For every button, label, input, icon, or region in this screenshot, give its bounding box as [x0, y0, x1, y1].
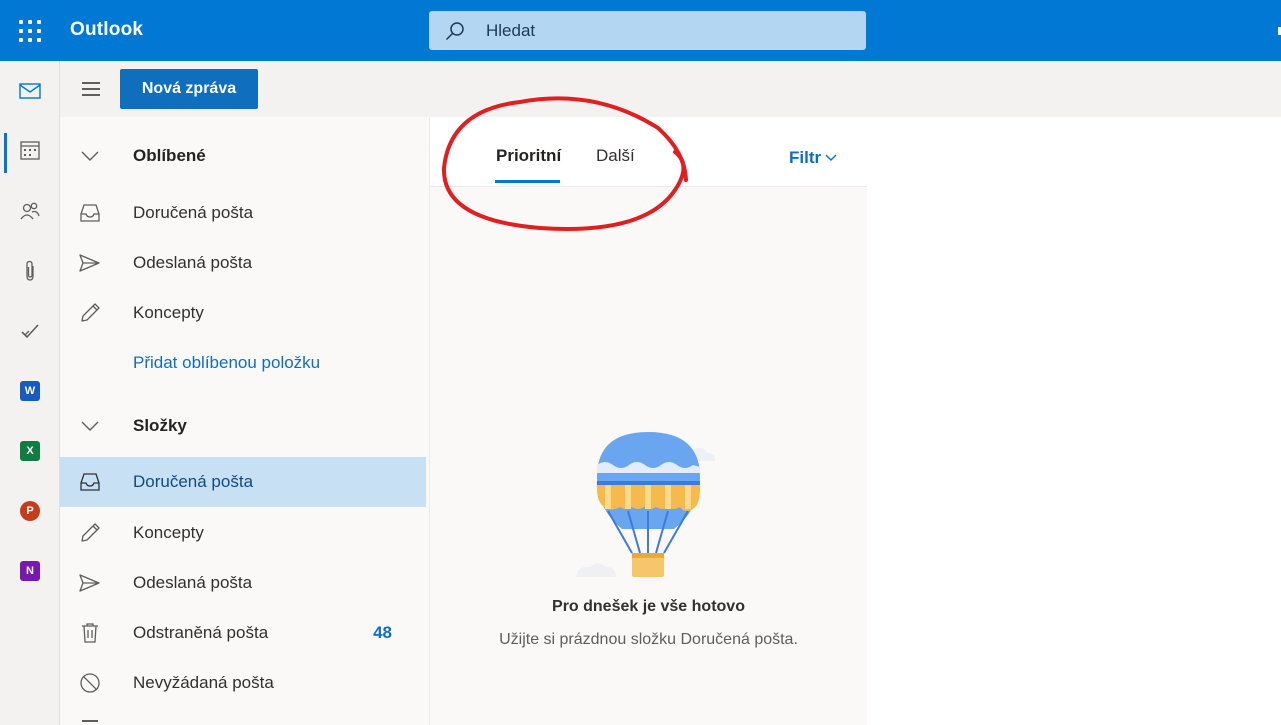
folder-label: Koncepty — [133, 303, 204, 322]
command-bar: Nová zpráva — [60, 61, 1281, 117]
mail-icon[interactable] — [5, 71, 55, 111]
top-bar: Outlook Hledat — [0, 0, 1281, 61]
filter-button[interactable]: Filtr — [789, 148, 837, 168]
add-favorite-link[interactable]: Přidat oblíbenou položku — [60, 338, 426, 388]
folder-label: Koncepty — [133, 523, 204, 542]
folders-header[interactable]: Složky — [60, 401, 426, 451]
folder-label: Odeslaná pošta — [133, 573, 253, 592]
folder-label: Odeslaná pošta — [133, 253, 253, 272]
inbox-icon — [80, 204, 100, 222]
folder-deleted[interactable]: Odstraněná pošta 48 — [60, 608, 426, 658]
send-icon — [79, 574, 100, 592]
folder-label: Nevyžádaná pošta — [133, 673, 274, 692]
hot-air-balloon-illustration — [576, 432, 716, 577]
favorite-sent[interactable]: Odeslaná pošta — [60, 238, 426, 288]
tab-other[interactable]: Další — [596, 146, 635, 166]
folder-label: Doručená pošta — [133, 203, 254, 222]
calendar-icon[interactable] — [5, 130, 55, 170]
filter-label: Filtr — [789, 148, 822, 167]
tab-selected-indicator — [495, 180, 560, 183]
favorites-header-label: Oblíbené — [133, 146, 206, 165]
folder-label: Doručená pošta — [133, 472, 254, 491]
word-icon[interactable]: W — [5, 371, 55, 411]
folder-inbox[interactable]: Doručená pošta — [60, 457, 426, 507]
folder-drafts[interactable]: Koncepty — [60, 508, 426, 558]
add-favorite-label: Přidat oblíbenou položku — [133, 353, 321, 372]
empty-state-subtitle: Užijte si prázdnou složku Doručená pošta… — [499, 631, 798, 648]
folder-junk[interactable]: Nevyžádaná pošta — [60, 658, 426, 708]
hamburger-menu-icon[interactable] — [82, 82, 100, 96]
files-icon[interactable] — [5, 251, 55, 291]
send-icon — [79, 254, 100, 272]
search-box[interactable]: Hledat — [429, 11, 866, 50]
folders-header-label: Složky — [133, 416, 187, 435]
folder-label: Odstraněná pošta — [133, 623, 269, 642]
favorites-header[interactable]: Oblíbené — [60, 131, 426, 181]
reading-pane — [867, 117, 1281, 725]
folder-list-overflow — [82, 720, 98, 722]
todo-icon[interactable] — [5, 311, 55, 351]
search-input[interactable]: Hledat — [486, 21, 535, 41]
people-icon[interactable] — [5, 191, 55, 231]
app-launcher-icon[interactable] — [19, 20, 41, 42]
app-title[interactable]: Outlook — [70, 19, 143, 41]
message-list: Prioritní Další Filtr Pro dnešek je vše … — [429, 117, 868, 725]
folder-sent[interactable]: Odeslaná pošta — [60, 558, 426, 608]
new-message-button[interactable]: Nová zpráva — [120, 69, 258, 109]
search-icon — [445, 22, 464, 41]
unread-count-badge: 48 — [373, 623, 392, 642]
chevron-down-icon — [81, 421, 99, 431]
powerpoint-icon[interactable]: P — [5, 491, 55, 531]
folder-pane: Oblíbené Doručená pošta Odeslaná pošta K… — [60, 117, 428, 725]
empty-state-title: Pro dnešek je vše hotovo — [552, 598, 745, 615]
trash-icon — [82, 623, 98, 643]
chevron-down-icon — [81, 151, 99, 161]
tab-focused[interactable]: Prioritní — [496, 146, 561, 166]
draft-icon — [81, 523, 100, 542]
draft-icon — [81, 303, 100, 322]
junk-icon — [80, 673, 100, 693]
onenote-icon[interactable]: N — [5, 551, 55, 591]
inbox-icon — [80, 473, 100, 491]
excel-icon[interactable]: X — [5, 431, 55, 471]
app-rail: W X P N — [0, 61, 60, 725]
inbox-tabs-bar: Prioritní Další Filtr — [430, 117, 867, 187]
chevron-down-icon — [825, 154, 837, 161]
favorite-drafts[interactable]: Koncepty — [60, 288, 426, 338]
favorite-inbox[interactable]: Doručená pošta — [60, 188, 426, 238]
